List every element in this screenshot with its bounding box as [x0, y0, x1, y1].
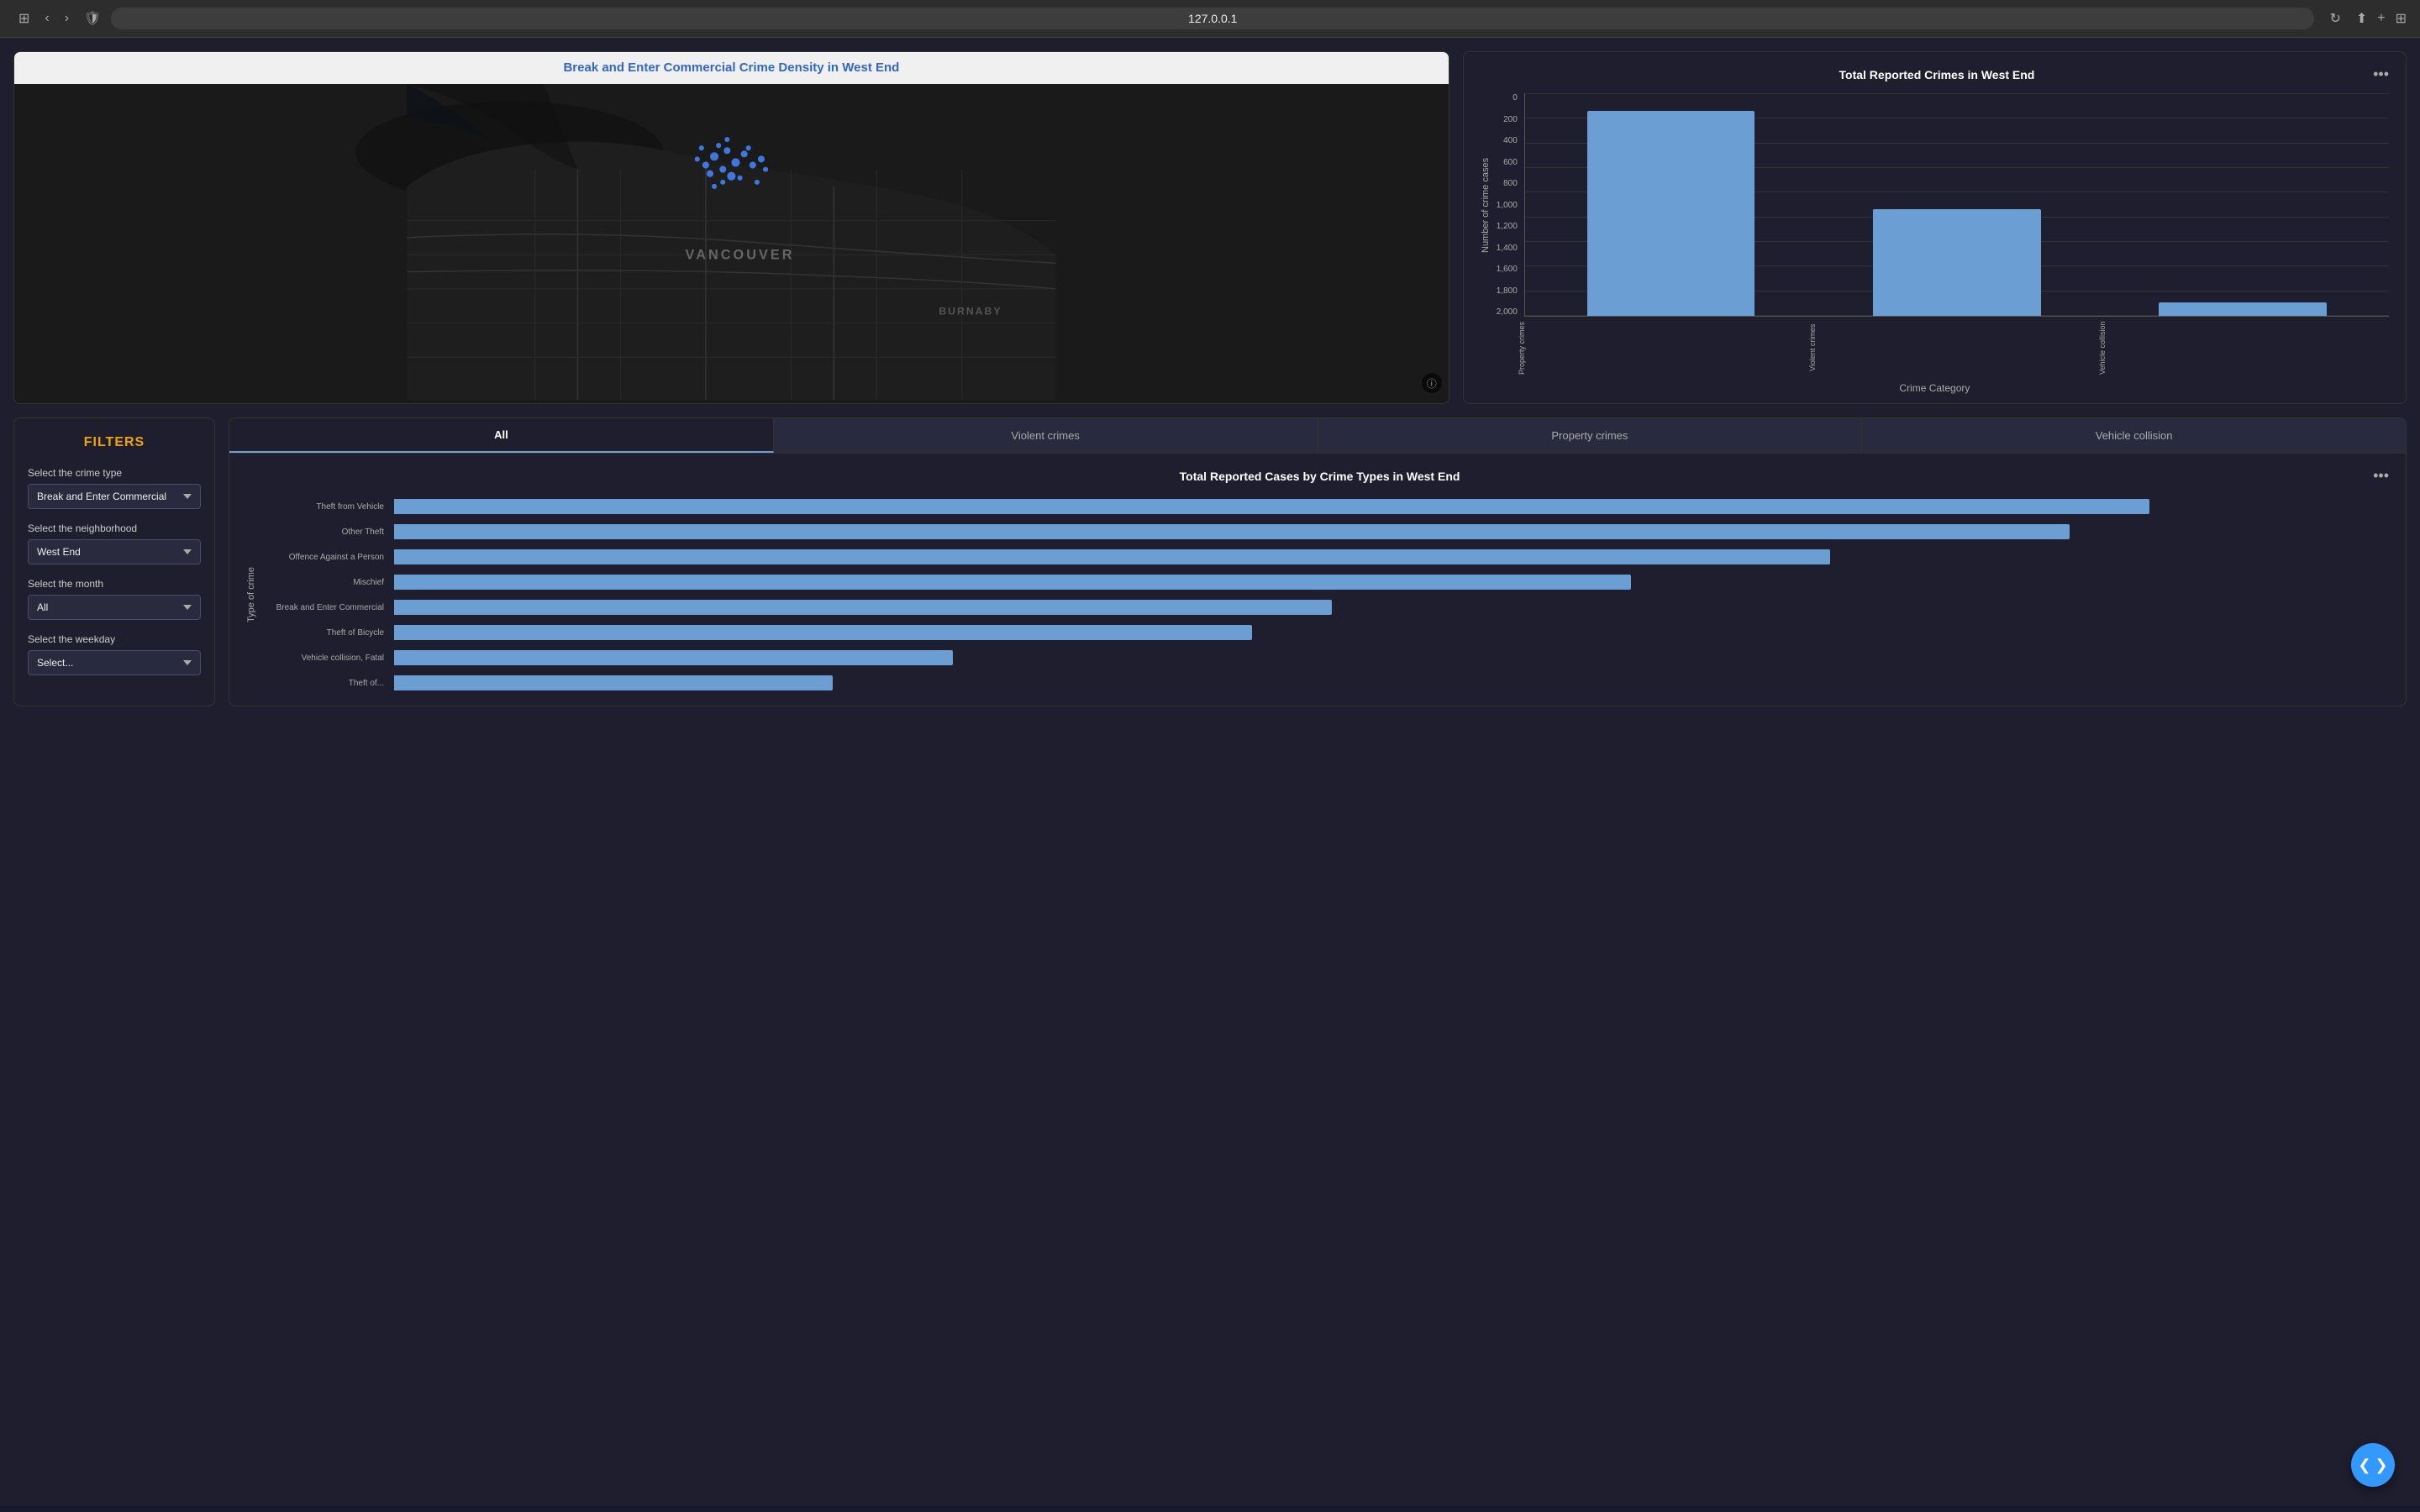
hchart-title: Total Reported Cases by Crime Types in W…	[266, 470, 2373, 483]
filters-title: FILTERS	[28, 435, 201, 450]
filters-panel: FILTERS Select the crime type Break and …	[13, 417, 215, 706]
top-section: Break and Enter Commercial Crime Density…	[13, 51, 2407, 404]
map-title-bar: Break and Enter Commercial Crime Density…	[14, 52, 1449, 84]
total-crimes-chart-title: Total Reported Crimes in West End	[1501, 68, 2373, 81]
back-btn[interactable]: ‹	[39, 8, 54, 29]
weekday-label: Select the weekday	[28, 633, 201, 645]
hbar-vehicle-fatal	[394, 649, 2389, 666]
x-label-vehicle: Vehicle collision	[2098, 320, 2389, 379]
hchart-menu-btn[interactable]: •••	[2373, 467, 2389, 485]
x-label-violent: Violent crimes	[1808, 320, 2099, 379]
window-toggle-btn[interactable]: ⊞	[13, 7, 34, 30]
hbar-chart-wrapper: Theft from Vehicle Other Theft Offence A…	[256, 498, 2389, 691]
bar-violent-crimes	[1818, 93, 2096, 316]
hbar-fill-vehicle-fatal	[394, 650, 953, 665]
h-bar-chart: Theft from Vehicle Other Theft Offence A…	[256, 498, 2389, 691]
label-theft-vehicle: Theft from Vehicle	[256, 498, 384, 515]
label-mischief: Mischief	[256, 574, 384, 591]
hbar-fill-theft-vehicle	[394, 499, 2149, 514]
weekday-filter-group: Select the weekday Select... Monday Tues…	[28, 633, 201, 675]
nav-arrow-btn[interactable]: ❮ ❯	[2351, 1443, 2395, 1487]
x-axis-labels: Property crimes Violent crimes Vehicle c…	[1481, 320, 2389, 379]
neighborhood-label: Select the neighborhood	[28, 522, 201, 534]
label-break-enter: Break and Enter Commercial	[256, 599, 384, 616]
label-theft-bicycle: Theft of Bicycle	[256, 624, 384, 641]
new-tab-btn[interactable]: +	[2377, 10, 2385, 27]
hbar-other-theft	[394, 523, 2389, 540]
tab-all[interactable]: All	[229, 418, 774, 453]
hbar-break-enter	[394, 599, 2389, 616]
tab-vehicle[interactable]: Vehicle collision	[1862, 418, 2406, 453]
month-filter-group: Select the month All January February Ma…	[28, 578, 201, 620]
hbar-fill-other-theft	[394, 524, 2070, 539]
map-title: Break and Enter Commercial Crime Density…	[563, 60, 899, 75]
hbar-fill-mischief	[394, 575, 1631, 590]
svg-text:VANCOUVER: VANCOUVER	[686, 247, 795, 262]
hbar-fill-offence-person	[394, 549, 1830, 564]
total-crimes-chart-panel: Total Reported Crimes in West End ••• Nu…	[1463, 51, 2407, 404]
hchart-body: Type of crime Theft from Vehicle Other T…	[246, 498, 2389, 691]
x-axis-title: Crime Category	[1481, 382, 2389, 394]
browser-chrome: ⊞ ‹ › 🛡 ↻ ⬆ + ⊞	[0, 0, 2420, 38]
weekday-select[interactable]: Select... Monday Tuesday Wednesday	[28, 650, 201, 675]
hbar-mischief	[394, 574, 2389, 591]
y-axis-title: Number of crime cases	[1481, 93, 1491, 317]
label-vehicle-collision-fatal: Vehicle collision, Fatal	[256, 649, 384, 666]
map-container[interactable]: VANCOUVER BURNABY	[14, 84, 1449, 400]
browser-actions: ⬆ + ⊞	[2356, 10, 2407, 27]
bar-property-crimes-rect	[1587, 111, 1754, 316]
bar-property-crimes	[1532, 93, 1811, 316]
horizontal-chart-area: Total Reported Cases by Crime Types in W…	[229, 454, 2406, 705]
hchart-header: Total Reported Cases by Crime Types in W…	[246, 467, 2389, 485]
bars-container	[1524, 93, 2389, 317]
reload-btn[interactable]: ↻	[2324, 7, 2345, 30]
crime-type-select[interactable]: Break and Enter Commercial Theft from Ve…	[28, 484, 201, 509]
share-btn[interactable]: ⬆	[2356, 10, 2367, 27]
label-other-theft: Other Theft	[256, 523, 384, 540]
y-axis-label-side: Type of crime	[246, 498, 256, 691]
neighborhood-filter-group: Select the neighborhood West End Downtow…	[28, 522, 201, 564]
x-label-property: Property crimes	[1518, 320, 1808, 379]
hbar-theft-bicycle	[394, 624, 2389, 641]
svg-text:BURNABY: BURNABY	[939, 305, 1002, 317]
hbar-offence-person	[394, 549, 2389, 565]
h-bars-area	[394, 498, 2389, 691]
label-offence-person: Offence Against a Person	[256, 549, 384, 565]
bar-violent-crimes-rect	[1873, 209, 2040, 316]
month-label: Select the month	[28, 578, 201, 590]
tab-property[interactable]: Property crimes	[1318, 418, 1863, 453]
nav-arrow-icon: ❮ ❯	[2358, 1457, 2387, 1474]
map-svg: VANCOUVER BURNABY	[14, 84, 1449, 400]
hbar-fill-theft-other	[394, 675, 833, 690]
crime-type-label: Select the crime type	[28, 467, 201, 479]
main-content: Break and Enter Commercial Crime Density…	[0, 38, 2420, 1506]
attribution-icon: ⓘ	[1427, 376, 1437, 391]
hbar-theft-vehicle	[394, 498, 2389, 515]
tabs-row: All Violent crimes Property crimes Vehic…	[229, 418, 2406, 454]
neighborhood-select[interactable]: West End Downtown Kitsilano	[28, 539, 201, 564]
bottom-section: FILTERS Select the crime type Break and …	[13, 417, 2407, 706]
url-bar[interactable]	[111, 8, 2314, 29]
crime-type-filter-group: Select the crime type Break and Enter Co…	[28, 467, 201, 509]
total-crimes-menu-btn[interactable]: •••	[2373, 66, 2389, 83]
h-y-axis: Theft from Vehicle Other Theft Offence A…	[256, 498, 391, 691]
y-axis-labels: 2,000 1,800 1,600 1,400 1,200 1,000 800 …	[1494, 93, 1524, 317]
crime-type-panel: All Violent crimes Property crimes Vehic…	[229, 417, 2407, 706]
label-theft-other: Theft of...	[256, 675, 384, 691]
bar-vehicle-collision-rect	[2159, 302, 2326, 316]
month-select[interactable]: All January February March	[28, 595, 201, 620]
tab-violent[interactable]: Violent crimes	[774, 418, 1318, 453]
chart-header: Total Reported Crimes in West End •••	[1481, 66, 2389, 83]
map-attribution: ⓘ	[1422, 373, 1442, 393]
hbar-fill-theft-bicycle	[394, 625, 1252, 640]
forward-btn[interactable]: ›	[60, 8, 74, 29]
tabs-btn[interactable]: ⊞	[2396, 10, 2407, 27]
shield-icon: 🛡	[84, 10, 101, 27]
map-panel: Break and Enter Commercial Crime Density…	[13, 51, 1449, 404]
hbar-theft-other	[394, 675, 2389, 691]
hbar-fill-break-enter	[394, 600, 1332, 615]
bar-vehicle-collision	[2103, 93, 2382, 316]
